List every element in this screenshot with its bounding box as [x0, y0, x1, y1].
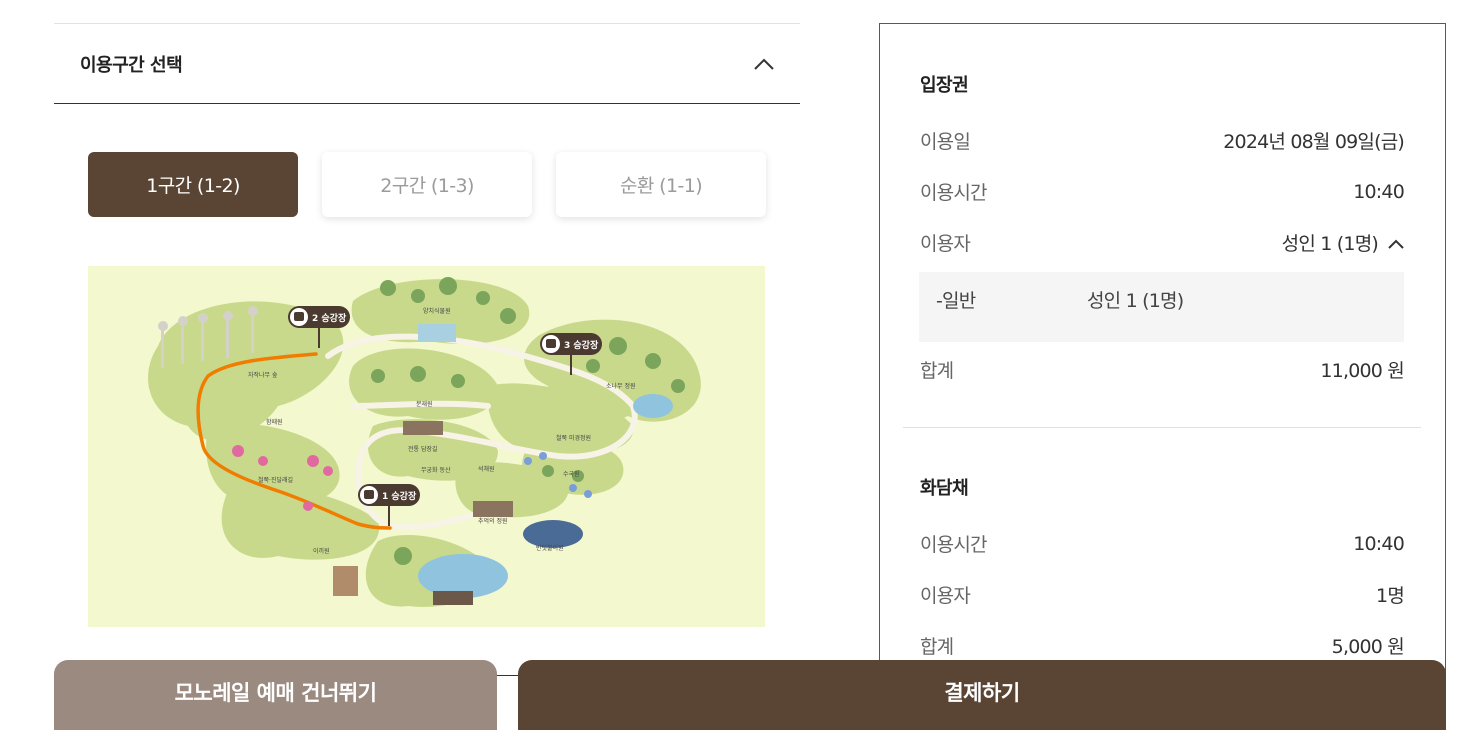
ticket-total-value: 11,000 원 — [1320, 360, 1404, 382]
ticket-time-value: 10:40 — [1353, 180, 1405, 203]
ticket-user-row[interactable]: 이용자 성인 1 (1명) — [920, 229, 1404, 256]
place-label: 철쭉·진달래길 — [258, 476, 293, 484]
place-label: 함때원 — [266, 418, 283, 426]
station-label-1: 1 승강장 — [382, 490, 417, 502]
ticket-total-row: 합계 11,000 원 — [920, 356, 1405, 383]
hwadamchae-total-label: 합계 — [920, 636, 954, 658]
ticket-time-label: 이용시간 — [920, 182, 988, 204]
ticket-user-value: 성인 1 (1명) — [1281, 233, 1379, 255]
ticket-total-label: 합계 — [920, 360, 954, 382]
tab-route-circular[interactable]: 순환 (1-1) — [556, 152, 766, 217]
place-label: 철쭉 미경정원 — [556, 434, 591, 442]
divider — [903, 427, 1421, 428]
place-label: 무궁화 동산 — [421, 466, 451, 474]
station-label-2: 2 승강장 — [312, 312, 347, 324]
detail-category: -일반 — [936, 290, 976, 312]
place-label: 자작나무 숲 — [248, 371, 278, 379]
tab-route-2[interactable]: 2구간 (1-3) — [322, 152, 532, 217]
place-label: 소나무 정원 — [606, 382, 636, 390]
station-label-3: 3 승강장 — [564, 339, 599, 351]
section-title: 이용구간 선택 — [80, 54, 183, 76]
place-label: 전통 담장길 — [408, 445, 438, 453]
divider — [497, 675, 519, 676]
pay-button[interactable]: 결제하기 — [518, 660, 1446, 730]
hwadamchae-user-label: 이용자 — [920, 585, 971, 607]
hwadamchae-time-row: 이용시간 10:40 — [920, 530, 1405, 557]
garden-map: 2 승강장 3 승강장 1 승강장 자작나무 숲 양치식물원 분재원 소나무 정… — [88, 266, 765, 627]
hwadamchae-user-value: 1명 — [1376, 585, 1405, 607]
ticket-time-row: 이용시간 10:40 — [920, 178, 1405, 205]
hwadamchae-user-row: 이용자 1명 — [920, 581, 1405, 608]
garden-map-illustration: 2 승강장 3 승강장 1 승강장 자작나무 숲 양치식물원 분재원 소나무 정… — [148, 277, 701, 607]
ticket-date-value: 2024년 08월 09일(금) — [1223, 131, 1405, 153]
hwadamchae-group-title: 화담채 — [920, 478, 969, 499]
skip-monorail-button[interactable]: 모노레일 예매 건너뛰기 — [54, 660, 497, 730]
place-label: 수국원 — [563, 470, 580, 478]
ticket-user-label: 이용자 — [920, 233, 971, 255]
ticket-date-row: 이용일 2024년 08월 09일(금) — [920, 127, 1405, 154]
ticket-group-title: 입장권 — [920, 75, 969, 96]
place-label: 반딧불이원 — [536, 544, 564, 552]
place-label: 양치식물원 — [423, 307, 451, 315]
chevron-up-icon[interactable] — [754, 54, 774, 74]
place-label: 분재원 — [416, 400, 433, 408]
place-label: 추억의 정원 — [478, 517, 508, 525]
booking-summary-panel: 입장권 이용일 2024년 08월 09일(금) 이용시간 10:40 이용자 … — [879, 23, 1446, 725]
hwadamchae-time-value: 10:40 — [1353, 532, 1405, 555]
chevron-up-icon[interactable] — [1388, 232, 1404, 254]
detail-value: 성인 1 (1명) — [1087, 290, 1184, 312]
section-header[interactable]: 이용구간 선택 — [54, 23, 800, 104]
hwadamchae-time-label: 이용시간 — [920, 534, 988, 556]
hwadamchae-total-row: 합계 5,000 원 — [920, 632, 1405, 659]
place-label: 석채원 — [478, 465, 495, 473]
hwadamchae-total-value: 5,000 원 — [1331, 636, 1405, 658]
ticket-user-value-wrap[interactable]: 성인 1 (1명) — [1282, 229, 1404, 256]
ticket-date-label: 이용일 — [920, 131, 971, 153]
route-tabs: 1구간 (1-2) 2구간 (1-3) 순환 (1-1) — [88, 152, 766, 217]
tab-route-1[interactable]: 1구간 (1-2) — [88, 152, 298, 217]
place-label: 이끼원 — [313, 547, 330, 555]
ticket-user-detail: -일반 성인 1 (1명) — [919, 272, 1404, 342]
